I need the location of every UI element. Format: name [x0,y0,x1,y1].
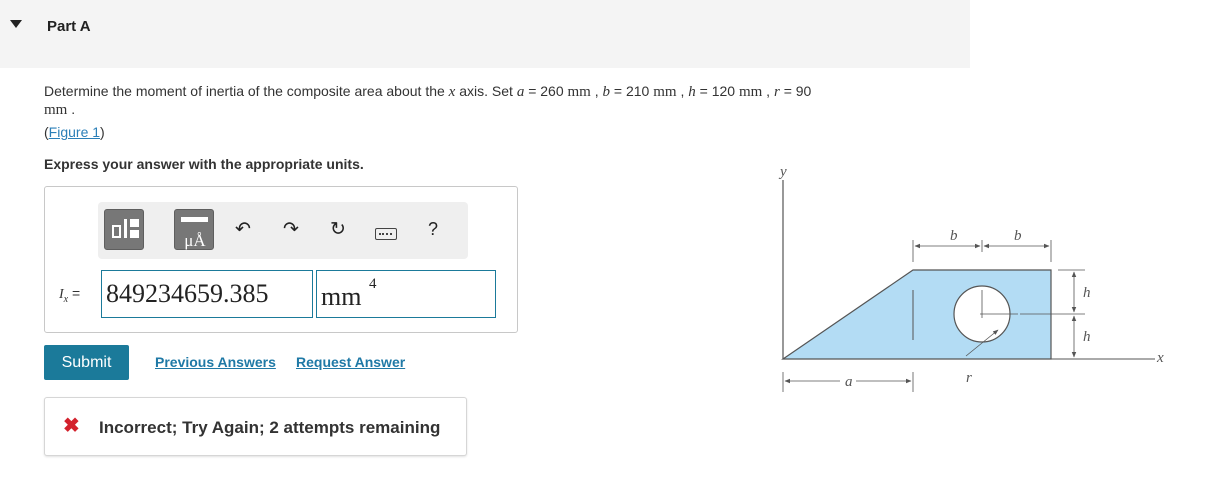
keyboard-icon[interactable] [375,228,397,240]
h-dimension-label-1: h [1083,285,1091,301]
help-icon[interactable]: ? [428,219,438,239]
templates-button[interactable] [104,209,144,250]
error-icon: ✖ [63,415,80,437]
svg-text:μÅ: μÅ [184,231,206,250]
part-title: Part A [47,18,91,35]
units-button[interactable]: μÅ [174,209,214,250]
answer-value-input[interactable] [101,270,313,318]
b-dimension-label-1: b [950,228,958,244]
radius-label: r [966,370,972,386]
feedback-box: ✖ Incorrect; Try Again; 2 attempts remai… [44,397,467,456]
request-answer-link[interactable]: Request Answer [296,354,405,370]
units-text: mm [321,282,362,311]
undo-icon[interactable]: ↶ [235,220,251,240]
figure-reference: (Figure 1) [44,124,105,140]
submit-button[interactable]: Submit [44,345,129,380]
templates-icon [112,219,139,238]
x-axis-label: x [1156,350,1164,366]
b-dimension-label-2: b [1014,228,1022,244]
units-icon: μÅ [181,217,208,250]
units-exponent: 4 [369,276,377,292]
redo-icon[interactable]: ↷ [283,220,299,240]
feedback-text: Incorrect; Try Again; 2 attempts remaini… [99,418,441,437]
y-axis-label: y [778,164,787,180]
part-header[interactable]: Part A [0,0,970,68]
answer-label: Ix = [59,285,81,305]
reset-icon[interactable]: ↻ [330,220,346,240]
composite-shape [781,269,1052,360]
composite-area-figure: y x r b b h h a [778,164,1164,392]
h-dimension-label-2: h [1083,329,1091,345]
answer-instructions: Express your answer with the appropriate… [44,156,364,172]
problem-statement: Determine the moment of inertia of the c… [44,83,812,118]
answer-units-input[interactable]: mm 4 [316,270,496,318]
previous-answers-link[interactable]: Previous Answers [155,354,276,370]
figure-link[interactable]: Figure 1 [49,124,100,140]
a-dimension-label: a [845,374,853,390]
collapse-caret-icon[interactable] [10,20,22,28]
math-toolbar: μÅ ↶ ↷ ↻ ? [98,202,468,259]
